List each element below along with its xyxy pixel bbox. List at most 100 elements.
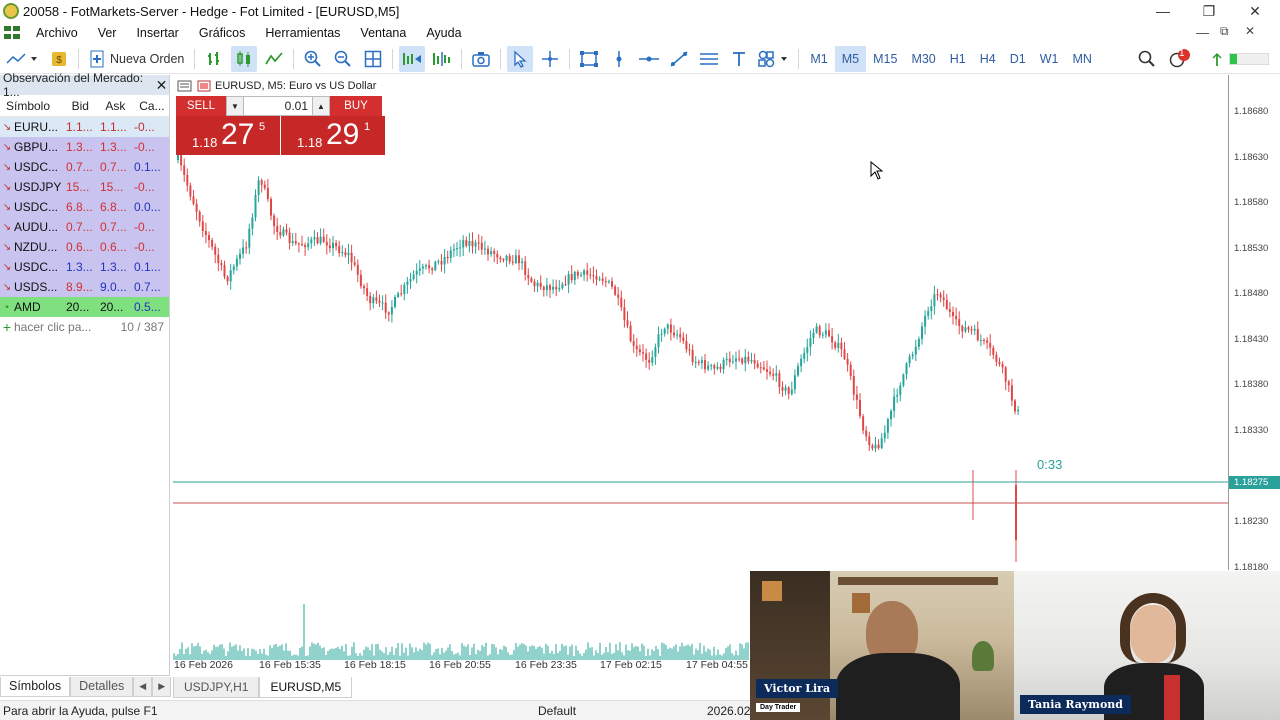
candlestick-icon[interactable] xyxy=(231,45,258,72)
horizontal-line-icon[interactable] xyxy=(636,46,662,72)
add-icon[interactable]: + xyxy=(0,319,14,335)
menu-ventana[interactable]: Ventana xyxy=(350,26,416,40)
candle-body xyxy=(821,334,824,336)
zoom-out-icon[interactable] xyxy=(330,46,356,72)
trendline-icon[interactable] xyxy=(666,46,692,72)
market-watch-row[interactable]: ↘ USDC... 1.3... 1.3... 0.1... xyxy=(0,257,169,277)
text-tool-icon[interactable] xyxy=(726,46,752,72)
person-body-image xyxy=(836,653,960,720)
market-watch-footer: + hacer clic pa... 10 / 387 xyxy=(0,317,169,337)
candle-body xyxy=(803,352,806,359)
algo-trading-icon[interactable]: $ xyxy=(46,46,72,72)
market-watch-row[interactable]: ↘ USDC... 6.8... 6.8... 0.0... xyxy=(0,197,169,217)
candle-body xyxy=(254,195,257,218)
market-watch-row[interactable]: ↘ GBPU... 1.3... 1.3... -0... xyxy=(0,137,169,157)
inner-restore-button[interactable]: ⧉ xyxy=(1220,24,1229,39)
add-symbol-hint[interactable]: hacer clic pa... xyxy=(14,320,114,334)
candle-body xyxy=(989,342,992,348)
column-ask[interactable]: Ask xyxy=(105,99,139,113)
market-watch-row[interactable]: ↘ EURU... 1.1... 1.1... -0... xyxy=(0,117,169,137)
search-icon[interactable] xyxy=(1134,46,1160,72)
tab-simbolos[interactable]: Símbolos xyxy=(0,676,71,697)
market-watch-row[interactable]: ↘ USDC... 0.7... 0.7... 0.1... xyxy=(0,157,169,177)
new-order-label: Nueva Orden xyxy=(110,51,185,66)
column-symbol[interactable]: Símbolo xyxy=(0,99,72,113)
chart-type-icon[interactable] xyxy=(2,46,42,72)
channel-icon[interactable] xyxy=(696,46,722,72)
timeframe-w1[interactable]: W1 xyxy=(1033,46,1066,72)
candle-body xyxy=(198,211,201,222)
timeframe-m1[interactable]: M1 xyxy=(803,46,834,72)
market-watch-row[interactable]: ↘ USDJPY 15... 15... -0... xyxy=(0,177,169,197)
screenshot-icon[interactable] xyxy=(468,46,494,72)
candle-body xyxy=(474,242,477,247)
crosshair-icon[interactable] xyxy=(537,46,563,72)
timeframe-m5[interactable]: M5 xyxy=(834,45,867,72)
timeframe-h4[interactable]: H4 xyxy=(973,46,1003,72)
chart-tabs: USDJPY,H1 EURUSD,M5 xyxy=(173,677,353,699)
column-bid[interactable]: Bid xyxy=(72,99,106,113)
menu-archivo[interactable]: Archivo xyxy=(26,26,88,40)
menu-ayuda[interactable]: Ayuda xyxy=(416,26,471,40)
price-label: 1.18580 xyxy=(1234,197,1269,208)
timeframe-mn[interactable]: MN xyxy=(1065,46,1098,72)
sell-price[interactable]: 1.18 27 5 xyxy=(176,116,280,155)
sell-button[interactable]: SELL xyxy=(176,96,226,116)
lot-increase-icon[interactable]: ▲ xyxy=(312,96,330,116)
menu-herramientas[interactable]: Herramientas xyxy=(255,26,350,40)
buy-button[interactable]: BUY xyxy=(330,96,382,116)
tab-usdjpy-h1[interactable]: USDJPY,H1 xyxy=(173,677,260,698)
close-icon[interactable]: ✕ xyxy=(154,77,169,94)
menu-graficos[interactable]: Gráficos xyxy=(189,26,256,40)
autoscroll-icon[interactable] xyxy=(399,45,426,72)
bid-price: 1.3... xyxy=(66,260,93,274)
close-button[interactable]: ✕ xyxy=(1232,0,1278,22)
menu-insertar[interactable]: Insertar xyxy=(126,26,188,40)
minimize-button[interactable]: — xyxy=(1140,0,1186,22)
restore-button[interactable]: ❐ xyxy=(1186,0,1232,22)
menu-ver[interactable]: Ver xyxy=(88,26,127,40)
victor-role: Day Trader xyxy=(756,703,801,712)
shapes-dropdown-icon[interactable] xyxy=(756,46,792,72)
bar-chart-icon[interactable] xyxy=(201,46,227,72)
market-watch-row[interactable]: ↘ NZDU... 0.6... 0.6... -0... xyxy=(0,237,169,257)
chart-shift-icon[interactable] xyxy=(429,46,455,72)
lot-size-input[interactable]: 0.01 xyxy=(244,96,312,116)
candle-body xyxy=(976,328,979,341)
market-watch-row[interactable]: ▪ AMD 20... 20... 0.5... xyxy=(0,297,169,317)
candle-body xyxy=(691,350,694,363)
new-order-button[interactable]: Nueva Orden xyxy=(85,46,188,72)
timeframe-d1[interactable]: D1 xyxy=(1003,46,1033,72)
candle-body xyxy=(378,300,381,303)
candle-body xyxy=(338,246,341,253)
timeframe-m30[interactable]: M30 xyxy=(904,46,942,72)
tile-windows-icon[interactable] xyxy=(360,46,386,72)
candle-body xyxy=(986,340,989,343)
tab-detalles[interactable]: Detalles xyxy=(70,676,134,697)
notifications-icon[interactable]: 1 xyxy=(1166,46,1192,72)
scroll-right-icon[interactable]: ▶ xyxy=(152,676,172,697)
price-scale[interactable]: 1.18680 1.18630 1.18580 1.18530 1.18480 … xyxy=(1228,75,1280,573)
cursor-icon[interactable] xyxy=(507,45,534,72)
line-chart-icon[interactable] xyxy=(261,46,287,72)
bid-price: 15... xyxy=(66,180,90,194)
object-select-icon[interactable] xyxy=(576,46,602,72)
inner-minimize-button[interactable]: — xyxy=(1196,25,1209,40)
bid-price: 0.6... xyxy=(66,240,93,254)
lot-decrease-icon[interactable]: ▼ xyxy=(226,96,244,116)
zoom-in-icon[interactable] xyxy=(300,46,326,72)
tab-eurusd-m5[interactable]: EURUSD,M5 xyxy=(259,677,353,698)
buy-price[interactable]: 1.18 29 1 xyxy=(281,116,385,155)
market-watch-row[interactable]: ↘ USDS... 8.9... 9.0... 0.7... xyxy=(0,277,169,297)
inner-close-button[interactable]: ✕ xyxy=(1245,24,1255,38)
timeframe-h1[interactable]: H1 xyxy=(943,46,973,72)
candle-body xyxy=(930,306,933,311)
mdi-window-icon[interactable] xyxy=(4,26,22,40)
candle-body xyxy=(350,252,353,263)
vertical-line-icon[interactable] xyxy=(606,46,632,72)
timeframe-m15[interactable]: M15 xyxy=(866,46,904,72)
scroll-left-icon[interactable]: ◀ xyxy=(133,676,153,697)
market-watch-row[interactable]: ↘ AUDU... 0.7... 0.7... -0... xyxy=(0,217,169,237)
column-change[interactable]: Ca... xyxy=(139,99,169,113)
candle-body xyxy=(1007,381,1010,386)
